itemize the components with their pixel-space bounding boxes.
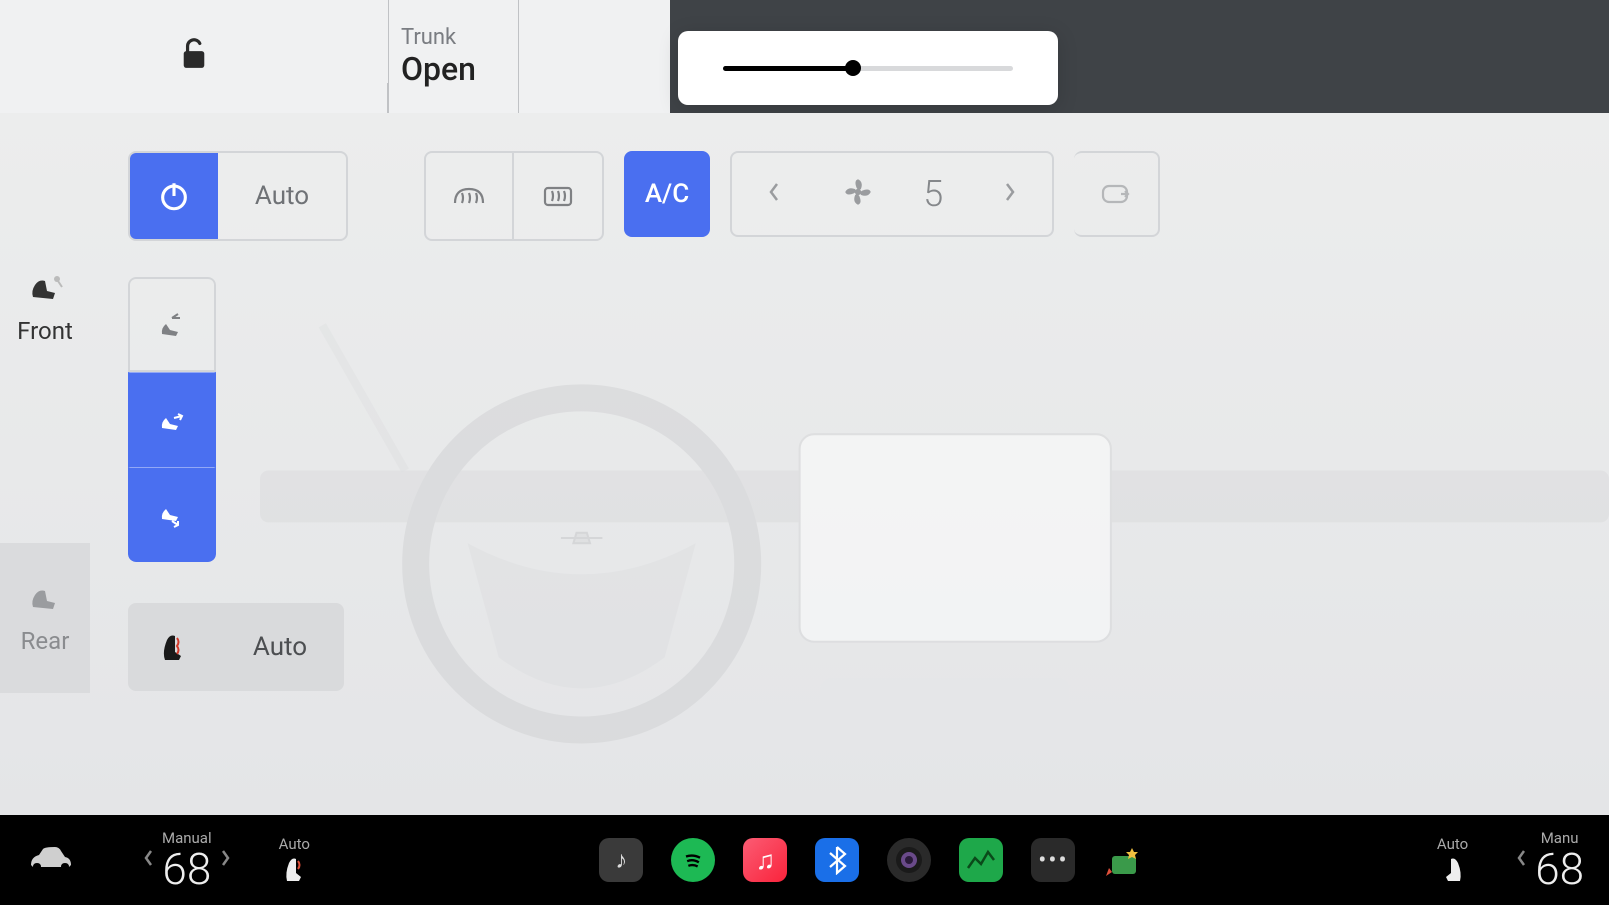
header: Trunk Open [0,0,1609,113]
app-music[interactable]: ♪ [599,838,643,882]
interior-illustration [260,263,1609,815]
right-temp[interactable]: Manu 68 [1535,829,1584,891]
left-temp-up-button[interactable] [212,848,239,873]
zone-nav: Front Rear [0,233,90,693]
airflow-body-button[interactable] [128,372,216,467]
left-temp-down-button[interactable] [135,848,162,873]
toybox-icon [1104,842,1146,878]
climate-controls-row: Auto A/C 5 [128,151,1160,241]
left-temp-value: 68 [162,847,211,891]
left-temp[interactable]: Manual 68 [162,829,212,891]
app-all-apps[interactable]: ••• [1031,838,1075,882]
left-seat-mode: Auto [279,835,310,853]
chevron-left-icon [768,182,780,202]
app-toybox[interactable] [1103,838,1147,882]
seat-heat-left-icon [281,853,307,885]
chevron-right-icon [220,849,231,867]
lock-section [0,0,388,113]
bottom-dock: Manual 68 Auto ♪ ♫ ••• Auto [0,815,1609,905]
energy-chart-icon [966,848,996,872]
auto-climate-button[interactable]: Auto [218,153,346,239]
camera-lens-icon [893,844,925,876]
airflow-body-icon [156,404,188,434]
header-left: Trunk Open [0,0,670,113]
chevron-left-icon [143,849,154,867]
fan-icon [841,175,875,213]
airflow-face-button[interactable] [128,277,216,372]
airflow-face-icon [156,310,188,340]
rear-defrost-icon [540,181,576,211]
zone-rear-tab[interactable]: Rear [0,543,90,693]
app-energy[interactable] [959,838,1003,882]
volume-slider[interactable] [723,66,1013,71]
volume-card [678,31,1058,105]
seat-heat-auto-button[interactable]: Auto [216,603,344,691]
seat-heat-group: Auto [128,603,344,691]
app-bluetooth[interactable] [815,838,859,882]
fan-increase-button[interactable] [992,180,1028,208]
power-icon [157,179,191,213]
more-icon: ••• [1038,846,1068,874]
apple-music-icon: ♫ [756,845,776,876]
chevron-left-icon [1516,849,1527,867]
seat-heat-button[interactable] [128,603,216,691]
trunk-label: Trunk [401,25,518,50]
defrost-group [424,151,604,241]
ac-button[interactable]: A/C [624,151,710,237]
unlock-icon[interactable] [178,37,210,77]
recirculate-button[interactable] [1074,151,1160,237]
airflow-feet-button[interactable] [128,467,216,562]
app-tray: ♪ ♫ ••• [599,838,1147,882]
seat-heat-right-icon [1440,853,1466,885]
right-temp-value: 68 [1535,847,1584,891]
rear-defrost-button[interactable] [514,153,602,239]
app-dashcam[interactable] [887,838,931,882]
fan-decrease-button[interactable] [756,180,792,208]
seat-rear-icon [25,581,65,617]
climate-panel: Front Rear Auto A/C [0,113,1609,815]
app-spotify[interactable] [671,838,715,882]
right-temp-down-button[interactable] [1508,848,1535,873]
spotify-icon [679,846,707,874]
chevron-right-icon [1004,182,1016,202]
front-defrost-icon [451,181,487,211]
zone-rear-label: Rear [21,627,70,655]
recirculate-icon [1099,180,1133,208]
seat-front-icon [25,271,65,307]
zone-front-label: Front [17,317,73,345]
zone-front-tab[interactable]: Front [0,233,90,383]
left-seat-heat[interactable]: Auto [269,835,320,885]
header-right [670,0,1609,113]
seat-heat-icon [157,630,187,664]
car-icon[interactable] [25,843,75,877]
power-button[interactable] [130,153,218,239]
power-auto-group: Auto [128,151,348,241]
fan-speed-group: 5 [730,151,1054,237]
airflow-feet-icon [156,499,188,529]
trunk-control[interactable]: Trunk Open [388,0,518,113]
slider-thumb[interactable] [845,60,861,76]
airflow-direction-group [128,277,216,562]
bluetooth-icon [826,845,848,875]
music-note-icon: ♪ [615,846,627,875]
app-apple-music[interactable]: ♫ [743,838,787,882]
trunk-status: Open [401,50,518,88]
front-defrost-button[interactable] [426,153,514,239]
right-seat-heat[interactable]: Auto [1427,835,1478,885]
right-seat-mode: Auto [1437,835,1468,853]
fan-speed-value: 5 [923,173,943,215]
